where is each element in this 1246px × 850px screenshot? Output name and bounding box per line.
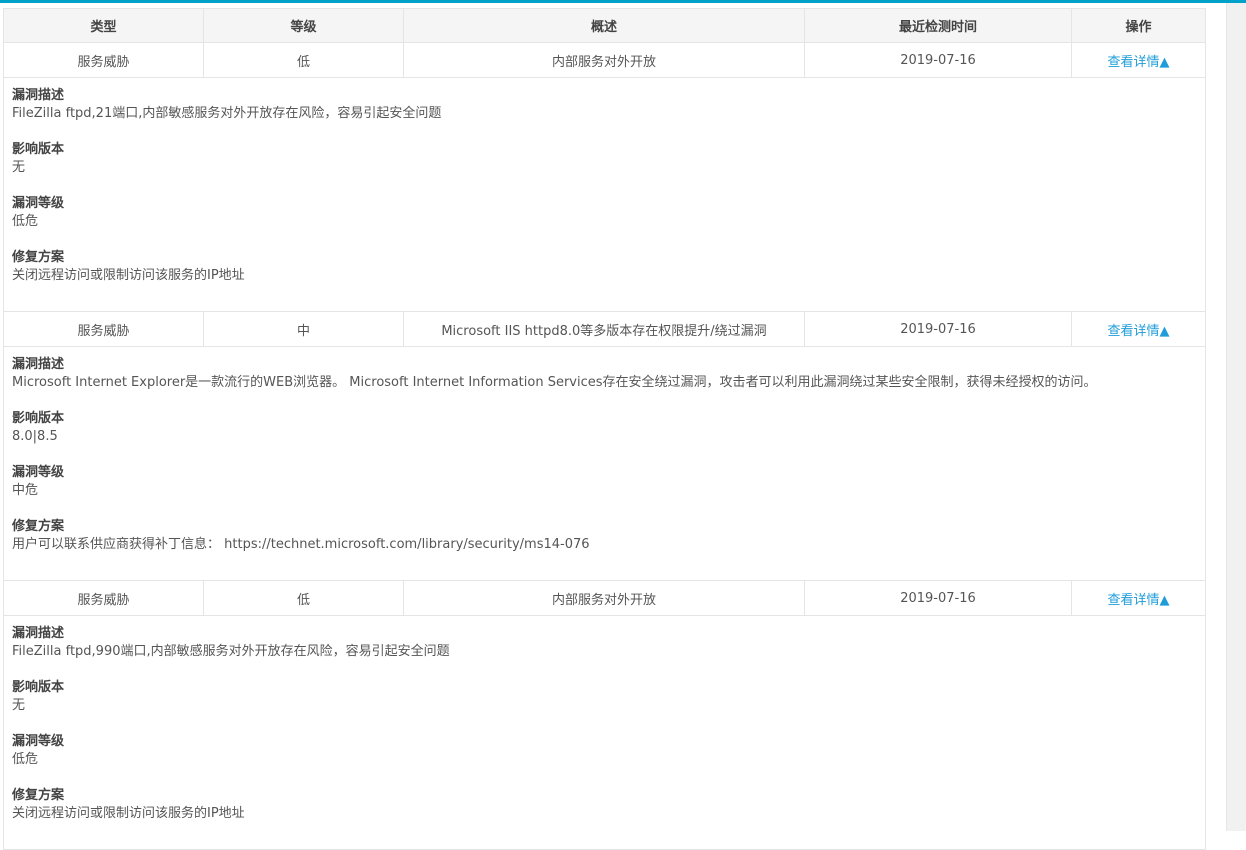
row-detail-panel: 漏洞描述 FileZilla ftpd,21端口,内部敏感服务对外开放存在风险，…	[4, 78, 1205, 312]
affected-section: 影响版本 无	[12, 679, 1197, 715]
fix-label: 修复方案	[12, 250, 65, 265]
severity-value: 低危	[12, 752, 39, 767]
fix-section: 修复方案 关闭远程访问或限制访问该服务的IP地址	[12, 249, 1197, 285]
header-summary: 概述	[404, 9, 805, 42]
row-level: 低	[204, 581, 404, 615]
affected-value: 8.0|8.5	[12, 429, 58, 444]
row-date: 2019-07-16	[805, 43, 1072, 77]
row-date: 2019-07-16	[805, 581, 1072, 615]
row-detail-panel: 漏洞描述 FileZilla ftpd,990端口,内部敏感服务对外开放存在风险…	[4, 616, 1205, 850]
vulnerability-table: 类型 等级 概述 最近检测时间 操作 服务威胁 低 内部服务对外开放 2019-…	[3, 8, 1206, 850]
view-details-link[interactable]: 查看详情▲	[1108, 589, 1170, 608]
top-accent-bar	[0, 0, 1246, 3]
row-summary: 内部服务对外开放	[404, 43, 805, 77]
affected-value: 无	[12, 698, 26, 713]
description-section: 漏洞描述 FileZilla ftpd,21端口,内部敏感服务对外开放存在风险，…	[12, 87, 1197, 123]
row-action-cell: 查看详情▲	[1072, 312, 1205, 346]
header-action: 操作	[1125, 20, 1152, 35]
severity-label: 漏洞等级	[12, 196, 65, 211]
fix-value: 关闭远程访问或限制访问该服务的IP地址	[12, 806, 245, 821]
severity-section: 漏洞等级 低危	[12, 733, 1197, 769]
row-type: 服务威胁	[4, 581, 204, 615]
row-action-cell: 查看详情▲	[1072, 581, 1205, 615]
description-label: 漏洞描述	[12, 88, 65, 103]
fix-label: 修复方案	[12, 519, 65, 534]
description-value: Microsoft Internet Explorer是一款流行的WEB浏览器。…	[12, 375, 1097, 390]
fix-section: 修复方案 用户可以联系供应商获得补丁信息： https://technet.mi…	[12, 518, 1197, 554]
fix-value: 用户可以联系供应商获得补丁信息： https://technet.microso…	[12, 537, 590, 552]
table-row: 服务威胁 中 Microsoft IIS httpd8.0等多版本存在权限提升/…	[4, 312, 1205, 347]
fix-label: 修复方案	[12, 788, 65, 803]
header-level: 等级	[204, 9, 404, 42]
header-last-check: 最近检测时间	[805, 9, 1072, 42]
severity-value: 中危	[12, 483, 39, 498]
row-action-cell: 查看详情▲	[1072, 43, 1205, 77]
severity-label: 漏洞等级	[12, 465, 65, 480]
row-summary: Microsoft IIS httpd8.0等多版本存在权限提升/绕过漏洞	[404, 312, 805, 346]
fix-value: 关闭远程访问或限制访问该服务的IP地址	[12, 268, 245, 283]
affected-section: 影响版本 无	[12, 141, 1197, 177]
row-level: 中	[204, 312, 404, 346]
description-value: FileZilla ftpd,990端口,内部敏感服务对外开放存在风险，容易引起…	[12, 644, 450, 659]
severity-section: 漏洞等级 低危	[12, 195, 1197, 231]
row-type: 服务威胁	[4, 43, 204, 77]
table-row: 服务威胁 低 内部服务对外开放 2019-07-16 查看详情▲	[4, 43, 1205, 78]
severity-value: 低危	[12, 214, 39, 229]
fix-section: 修复方案 关闭远程访问或限制访问该服务的IP地址	[12, 787, 1197, 823]
row-date: 2019-07-16	[805, 312, 1072, 346]
description-label: 漏洞描述	[12, 626, 65, 641]
description-value: FileZilla ftpd,21端口,内部敏感服务对外开放存在风险，容易引起安…	[12, 106, 442, 121]
view-details-link[interactable]: 查看详情▲	[1108, 51, 1170, 70]
affected-label: 影响版本	[12, 680, 65, 695]
table-row: 服务威胁 低 内部服务对外开放 2019-07-16 查看详情▲	[4, 581, 1205, 616]
description-label: 漏洞描述	[12, 357, 65, 372]
affected-label: 影响版本	[12, 142, 65, 157]
affected-value: 无	[12, 160, 26, 175]
description-section: 漏洞描述 FileZilla ftpd,990端口,内部敏感服务对外开放存在风险…	[12, 625, 1197, 661]
affected-section: 影响版本 8.0|8.5	[12, 410, 1197, 446]
affected-label: 影响版本	[12, 411, 65, 426]
table-header: 类型 等级 概述 最近检测时间 操作	[4, 8, 1205, 43]
header-type: 类型	[4, 9, 204, 42]
severity-section: 漏洞等级 中危	[12, 464, 1197, 500]
description-section: 漏洞描述 Microsoft Internet Explorer是一款流行的WE…	[12, 356, 1197, 392]
row-summary: 内部服务对外开放	[404, 581, 805, 615]
severity-label: 漏洞等级	[12, 734, 65, 749]
row-type: 服务威胁	[4, 312, 204, 346]
view-details-link[interactable]: 查看详情▲	[1108, 320, 1170, 339]
vertical-scrollbar[interactable]	[1226, 3, 1246, 831]
row-detail-panel: 漏洞描述 Microsoft Internet Explorer是一款流行的WE…	[4, 347, 1205, 581]
row-level: 低	[204, 43, 404, 77]
